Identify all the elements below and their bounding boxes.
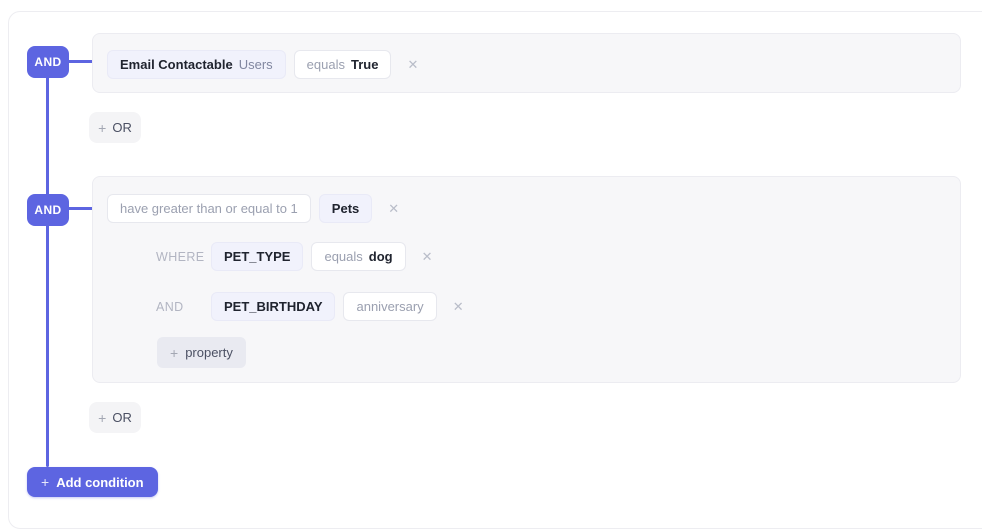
add-property-label: property xyxy=(185,345,233,360)
condition-row: Email Contactable Users equals True ✕ xyxy=(107,50,418,79)
add-condition-button[interactable]: + Add condition xyxy=(27,467,158,497)
and-connector-label: AND xyxy=(156,300,203,314)
operator-label: equals xyxy=(324,249,362,264)
add-or-button-group-2[interactable]: + OR xyxy=(89,402,141,433)
condition-connector-vertical-line xyxy=(46,62,49,467)
plus-icon: + xyxy=(170,346,178,360)
group-1-operator-badge[interactable]: AND xyxy=(27,46,69,78)
value-placeholder-chip[interactable]: anniversary xyxy=(343,292,436,321)
or-button-label: OR xyxy=(112,410,132,425)
add-or-button-group-1[interactable]: + OR xyxy=(89,112,141,143)
connector-line-group-2 xyxy=(68,207,93,210)
entity-name: Pets xyxy=(332,201,359,216)
operator-value: dog xyxy=(369,249,393,264)
quantifier-placeholder: have greater than or equal to 1 xyxy=(120,201,298,216)
property-name: PET_TYPE xyxy=(224,249,290,264)
value-placeholder: anniversary xyxy=(356,299,423,314)
sub-condition-row: WHERE PET_TYPE equals dog ✕ xyxy=(156,242,433,271)
sub-condition-row: AND PET_BIRTHDAY anniversary ✕ xyxy=(156,292,464,321)
add-property-row: + property xyxy=(157,337,246,368)
operator-value-chip[interactable]: equals True xyxy=(294,50,392,79)
group-2-operator-badge[interactable]: AND xyxy=(27,194,69,226)
operator-value-chip[interactable]: equals dog xyxy=(311,242,405,271)
or-button-label: OR xyxy=(112,120,132,135)
quantifier-chip[interactable]: have greater than or equal to 1 xyxy=(107,194,311,223)
operator-label: equals xyxy=(307,57,345,72)
plus-icon: + xyxy=(98,411,106,425)
close-icon[interactable]: ✕ xyxy=(407,58,418,71)
property-chip-email-contactable[interactable]: Email Contactable Users xyxy=(107,50,286,79)
condition-box-group-2: have greater than or equal to 1 Pets ✕ W… xyxy=(92,176,961,383)
where-connector-label: WHERE xyxy=(156,250,203,264)
condition-row: have greater than or equal to 1 Pets ✕ xyxy=(107,194,399,223)
connector-line-group-1 xyxy=(68,60,93,63)
property-chip-pet-birthday[interactable]: PET_BIRTHDAY xyxy=(211,292,335,321)
add-property-button[interactable]: + property xyxy=(157,337,246,368)
close-icon[interactable]: ✕ xyxy=(453,300,464,313)
property-name: PET_BIRTHDAY xyxy=(224,299,322,314)
close-icon[interactable]: ✕ xyxy=(422,250,433,263)
plus-icon: + xyxy=(98,121,106,135)
property-name: Email Contactable xyxy=(120,57,233,72)
property-entity-type: Users xyxy=(239,57,273,72)
plus-icon: + xyxy=(41,475,49,489)
close-icon[interactable]: ✕ xyxy=(388,202,399,215)
entity-chip-pets[interactable]: Pets xyxy=(319,194,372,223)
property-chip-pet-type[interactable]: PET_TYPE xyxy=(211,242,303,271)
add-condition-label: Add condition xyxy=(56,475,143,490)
operator-value: True xyxy=(351,57,378,72)
condition-box-group-1: Email Contactable Users equals True ✕ xyxy=(92,33,961,93)
